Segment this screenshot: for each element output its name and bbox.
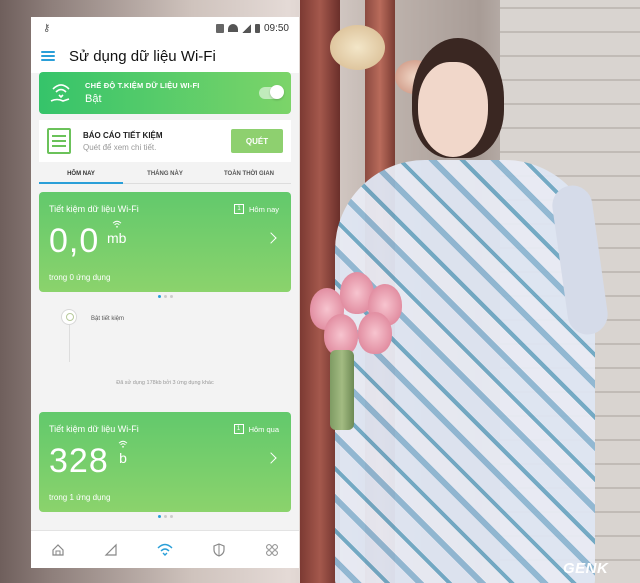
- saving-mode-card[interactable]: CHẾ ĐỘ T.KIỆM DỮ LIỆU WI-FI Bật: [39, 72, 291, 114]
- savings-value: 0,0: [49, 222, 100, 260]
- signal-icon[interactable]: [100, 539, 122, 561]
- savings-card-title: Tiết kiệm dữ liệu Wi-Fi: [49, 424, 139, 434]
- page-title: Sử dụng dữ liệu Wi-Fi: [69, 47, 216, 65]
- savings-card-yesterday[interactable]: Tiết kiệm dữ liệu Wi-Fi 1 Hôm qua 328 b …: [39, 412, 291, 512]
- saving-on-icon: [61, 309, 77, 325]
- pager-dot: [157, 515, 161, 518]
- savings-app-count: trong 1 ứng dụng: [49, 493, 111, 502]
- lotus-stems: [330, 350, 354, 430]
- savings-unit-block: mb: [107, 220, 126, 246]
- savings-value: 328: [49, 442, 109, 480]
- pager-dot: [169, 295, 173, 298]
- report-subtitle: Quét để xem chi tiết.: [83, 142, 157, 152]
- pager-dots: [31, 295, 299, 298]
- background-lantern: [330, 25, 385, 70]
- wifi-icon: [227, 24, 238, 32]
- savings-unit: mb: [107, 230, 127, 246]
- report-title: BÁO CÁO TIẾT KIỆM: [83, 130, 163, 140]
- savings-card-today[interactable]: Tiết kiệm dữ liệu Wi-Fi 1 Hôm nay 0,0 mb…: [39, 192, 291, 292]
- pager-dot: [163, 295, 167, 298]
- pager-dot: [163, 515, 167, 518]
- home-icon[interactable]: [47, 539, 69, 561]
- lotus-bud: [358, 312, 392, 354]
- range-label: Hôm qua: [248, 424, 279, 434]
- calendar-icon: 1: [233, 424, 244, 434]
- calendar-icon: 1: [233, 204, 244, 214]
- battery-icon: [254, 23, 260, 33]
- phone-screen: ⚷ 09:50 Sử dụng dữ liệu Wi-Fi CHẾ ĐỘ T.K…: [31, 17, 299, 568]
- usage-note: Đã sử dụng 178kb bởi 3 ứng dụng khác: [116, 380, 214, 386]
- savings-card-title: Tiết kiệm dữ liệu Wi-Fi: [49, 204, 139, 214]
- scan-button[interactable]: QUÉT: [231, 129, 283, 153]
- wifi-hand-icon: [47, 79, 75, 107]
- tab-all-time[interactable]: TOÀN THỜI GIAN: [207, 164, 291, 183]
- status-bar: ⚷ 09:50: [31, 17, 299, 39]
- toggle-knob: [270, 85, 284, 99]
- chevron-right-icon[interactable]: [265, 232, 277, 244]
- model-face: [418, 62, 488, 157]
- chevron-right-icon[interactable]: [265, 452, 277, 464]
- key-icon: ⚷: [43, 22, 51, 34]
- signal-icon: [241, 23, 251, 33]
- notification-icon: [215, 23, 224, 33]
- saving-mode-label: CHẾ ĐỘ T.KIỆM DỮ LIỆU WI-FI: [85, 81, 200, 90]
- savings-unit: b: [119, 450, 127, 466]
- saving-mode-value: Bật: [85, 93, 102, 105]
- tab-this-month[interactable]: THÁNG NÀY: [123, 164, 207, 183]
- wifi-mini-icon: [118, 440, 128, 448]
- savings-app-count: trong 0 ứng dụng: [49, 273, 111, 282]
- menu-icon[interactable]: [41, 51, 55, 61]
- bottom-navigation: [31, 530, 299, 568]
- shield-icon[interactable]: [208, 539, 230, 561]
- tab-today[interactable]: HÔM NAY: [39, 164, 123, 184]
- pager-dot: [169, 515, 173, 518]
- timeline-label: Bật tiết kiệm: [91, 316, 125, 322]
- wifi-icon[interactable]: [154, 539, 176, 561]
- lotus-bouquet: [300, 270, 410, 360]
- wifi-mini-icon: [112, 220, 122, 228]
- watermark-logo: GENK: [563, 560, 609, 577]
- report-document-icon: [47, 128, 71, 154]
- status-icons: 09:50: [215, 22, 289, 34]
- period-tabs: HÔM NAY THÁNG NÀY TOÀN THỜI GIAN: [39, 164, 291, 184]
- pager-dot: [157, 295, 161, 298]
- savings-unit-block: b: [117, 440, 129, 466]
- saving-mode-toggle[interactable]: [259, 85, 284, 99]
- pager-dots: [31, 515, 299, 518]
- savings-card-range: 1 Hôm qua: [233, 424, 279, 434]
- status-time: 09:50: [263, 22, 289, 34]
- app-bar: Sử dụng dữ liệu Wi-Fi: [31, 39, 299, 73]
- apps-icon[interactable]: [261, 539, 283, 561]
- savings-card-range: 1 Hôm nay: [233, 204, 279, 214]
- savings-report-card: BÁO CÁO TIẾT KIỆM Quét để xem chi tiết. …: [39, 120, 291, 162]
- range-label: Hôm nay: [248, 204, 279, 214]
